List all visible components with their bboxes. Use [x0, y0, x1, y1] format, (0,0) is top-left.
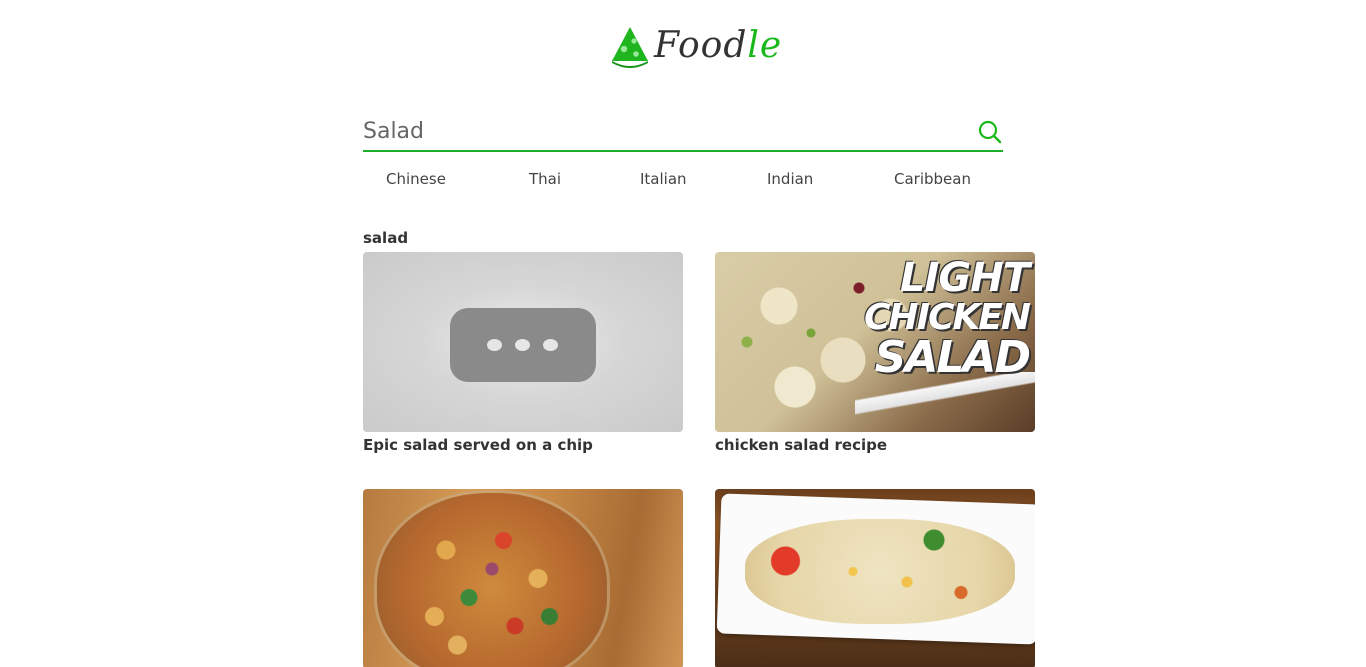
brand-name-accent: le	[747, 24, 783, 66]
cuisine-filter-bar: Chinese Thai Italian Indian Caribbean	[363, 170, 1003, 192]
pizza-slice-icon	[610, 21, 650, 69]
cuisine-chinese[interactable]: Chinese	[386, 170, 446, 188]
cuisine-indian[interactable]: Indian	[767, 170, 813, 188]
search-bar	[363, 112, 1003, 152]
brand-name: Foodle	[654, 25, 782, 66]
recipe-thumbnail: LIGHT CHICKEN SALAD	[715, 252, 1035, 432]
cuisine-caribbean[interactable]: Caribbean	[894, 170, 971, 188]
recipe-thumbnail	[363, 489, 683, 667]
cuisine-italian[interactable]: Italian	[640, 170, 687, 188]
search-input[interactable]	[363, 112, 963, 150]
recipe-thumbnail	[715, 489, 1035, 667]
thumbnail-overlay-text: LIGHT CHICKEN SALAD	[864, 255, 1031, 383]
app-logo[interactable]: Foodle	[610, 20, 782, 70]
search-icon[interactable]	[977, 119, 1003, 145]
recipe-card[interactable]: LIGHT CHICKEN SALAD chicken salad recipe	[715, 252, 1035, 454]
brand-name-main: Food	[654, 24, 748, 66]
recipe-title[interactable]: chicken salad recipe	[715, 436, 1035, 454]
loading-icon	[450, 308, 596, 382]
results-heading: salad	[363, 229, 409, 247]
recipe-thumbnail-loading	[363, 252, 683, 432]
cuisine-thai[interactable]: Thai	[529, 170, 561, 188]
recipe-card[interactable]	[363, 489, 683, 667]
page: Foodle Chinese Thai Italian Indian Carib…	[0, 0, 1366, 667]
recipe-card[interactable]: Epic salad served on a chip	[363, 252, 683, 454]
recipe-title[interactable]: Epic salad served on a chip	[363, 436, 683, 454]
recipe-card[interactable]	[715, 489, 1035, 667]
